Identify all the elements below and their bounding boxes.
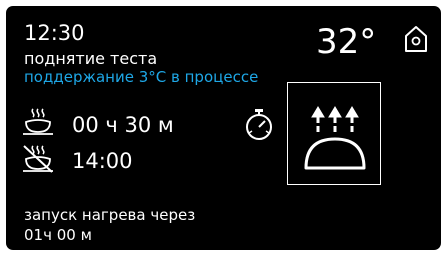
cooking-duration[interactable]: 00 ч 30 м — [72, 112, 174, 138]
oven-display: 12:30 поднятие теста поддержание 3°C в п… — [6, 6, 441, 250]
dough-proving-icon — [304, 106, 366, 170]
clock: 12:30 — [24, 21, 85, 45]
delayed-start-countdown: 01ч 00 м — [24, 226, 92, 244]
crossed-pot-icon — [21, 143, 55, 173]
heating-mode-tile[interactable] — [287, 82, 381, 185]
temperature-readout[interactable]: 32° — [316, 22, 376, 62]
program-name: поднятие теста — [24, 49, 158, 68]
steaming-pot-icon — [21, 106, 55, 136]
delayed-start-label: запуск нагрева через — [24, 206, 196, 224]
stopwatch-icon[interactable] — [243, 107, 275, 141]
home-icon[interactable] — [402, 24, 430, 54]
end-time[interactable]: 14:00 — [72, 148, 133, 174]
status-text: поддержание 3°C в процессе — [24, 68, 259, 86]
